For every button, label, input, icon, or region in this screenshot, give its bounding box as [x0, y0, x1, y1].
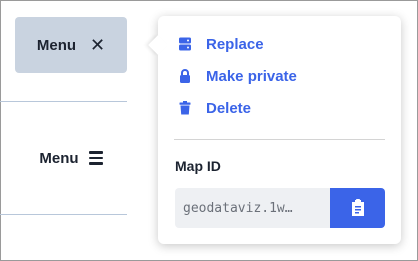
- menu-button-label: Menu: [39, 149, 79, 167]
- hamburger-icon: [88, 151, 103, 165]
- menu-button-label: Menu: [36, 36, 77, 54]
- map-id-field[interactable]: geodataviz.1w…: [175, 188, 330, 228]
- divider: [0, 101, 127, 102]
- lock-icon: [180, 69, 190, 83]
- divider: [0, 214, 127, 215]
- server-icon: [179, 37, 191, 51]
- menu-popover: Replace Make private Delete Map ID geoda…: [158, 16, 401, 244]
- map-id-label: Map ID: [175, 158, 221, 174]
- clipboard-icon: [351, 199, 364, 216]
- copy-map-id-button[interactable]: [330, 188, 385, 228]
- menu-item-make-private[interactable]: Make private: [178, 64, 297, 88]
- menu-item-label: Delete: [206, 99, 252, 117]
- menu-item-delete[interactable]: Delete: [178, 96, 251, 120]
- trash-icon: [179, 101, 191, 115]
- menu-item-label: Make private: [206, 67, 297, 85]
- menu-button-open[interactable]: Menu ✕: [15, 17, 127, 73]
- popover-separator: [174, 139, 385, 140]
- menu-item-replace[interactable]: Replace: [178, 32, 264, 56]
- close-icon: ✕: [90, 35, 106, 55]
- menu-button-closed[interactable]: Menu: [15, 130, 127, 186]
- menu-item-label: Replace: [206, 35, 264, 53]
